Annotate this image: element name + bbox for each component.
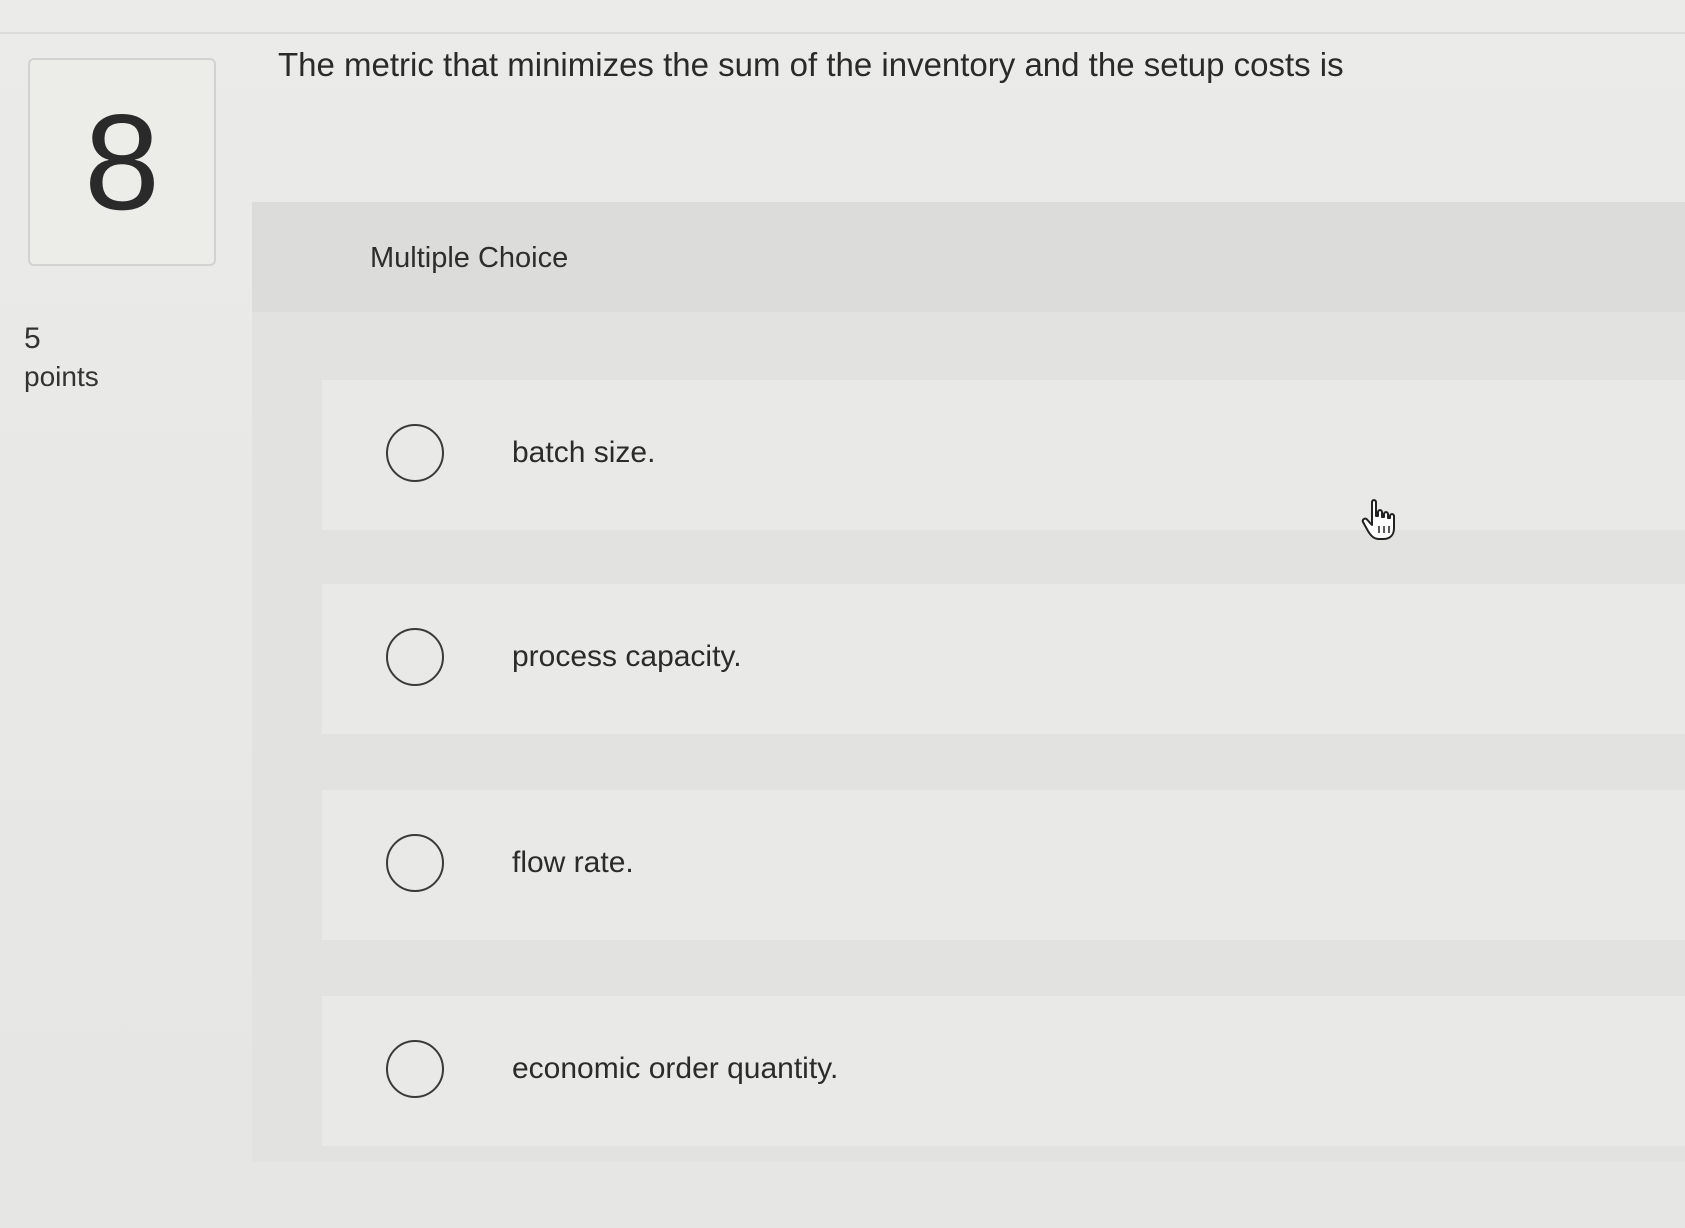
- option-label: batch size.: [512, 436, 656, 469]
- option-label: flow rate.: [512, 846, 634, 879]
- divider: [0, 32, 1685, 34]
- choice-header: Multiple Choice: [252, 202, 1685, 312]
- option-label: process capacity.: [512, 640, 742, 673]
- question-number: 8: [84, 86, 160, 238]
- points-value: 5: [24, 322, 41, 355]
- question-text: The metric that minimizes the sum of the…: [278, 46, 1344, 83]
- option-batch-size[interactable]: batch size.: [322, 380, 1685, 530]
- radio-button[interactable]: [386, 1040, 444, 1098]
- multiple-choice-panel: Multiple Choice batch size. process capa…: [252, 202, 1685, 1162]
- radio-button[interactable]: [386, 628, 444, 686]
- radio-button[interactable]: [386, 424, 444, 482]
- radio-button[interactable]: [386, 834, 444, 892]
- points-label: points: [24, 361, 99, 392]
- question-number-box: 8: [28, 58, 216, 266]
- question-page: 8 5 points The metric that minimizes the…: [0, 0, 1685, 1228]
- option-economic-order-quantity[interactable]: economic order quantity.: [322, 996, 1685, 1146]
- choice-header-label: Multiple Choice: [370, 242, 569, 274]
- option-process-capacity[interactable]: process capacity.: [322, 584, 1685, 734]
- hand-pointer-icon: [1361, 499, 1395, 540]
- option-label: economic order quantity.: [512, 1052, 839, 1085]
- option-flow-rate[interactable]: flow rate.: [322, 790, 1685, 940]
